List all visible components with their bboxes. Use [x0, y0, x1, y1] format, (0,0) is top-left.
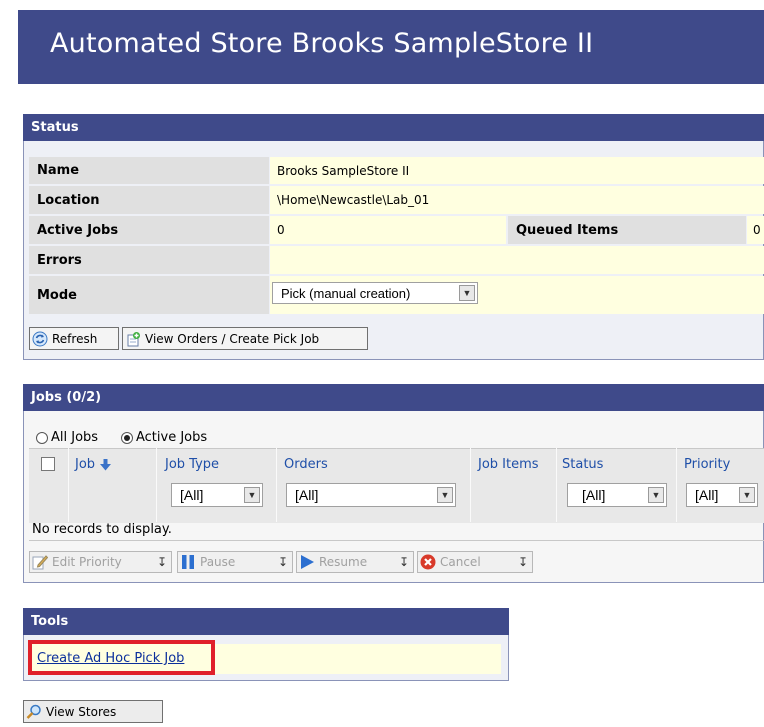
pause-icon — [182, 555, 194, 569]
column-divider — [676, 448, 677, 522]
edit-icon — [32, 555, 48, 570]
status-filter-value: [All] — [582, 487, 606, 503]
status-filter[interactable]: [All] ▼ — [567, 483, 667, 507]
orders-filter-value: [All] — [295, 487, 319, 503]
column-divider — [68, 448, 69, 522]
view-stores-label: View Stores — [46, 704, 117, 719]
view-orders-button[interactable]: View Orders / Create Pick Job — [122, 327, 368, 350]
select-all-checkbox[interactable] — [41, 457, 55, 471]
priority-filter-value: [All] — [695, 487, 719, 503]
column-divider — [470, 448, 471, 522]
queued-items-label: Queued Items — [508, 216, 746, 244]
tools-panel-title: Tools — [31, 614, 69, 629]
tools-panel-header: Tools — [23, 608, 509, 635]
pause-label: Pause — [200, 555, 236, 569]
refresh-button[interactable]: Refresh — [29, 327, 119, 350]
chevron-down-icon: ▼ — [244, 487, 260, 503]
cancel-icon — [420, 554, 436, 570]
sort-descending-icon — [100, 458, 112, 470]
active-jobs-filter-label: Active Jobs — [136, 430, 208, 445]
refresh-label: Refresh — [52, 331, 98, 346]
location-label: Location — [29, 186, 269, 214]
dropdown-arrow-icon: ↧ — [156, 555, 167, 569]
cancel-button[interactable]: Cancel ↧ — [417, 551, 533, 573]
active-jobs-label: Active Jobs — [29, 216, 269, 244]
mode-label: Mode — [29, 276, 269, 314]
queued-items-value: 0 — [747, 216, 764, 244]
play-icon — [301, 555, 314, 569]
edit-priority-button[interactable]: Edit Priority ↧ — [29, 551, 172, 573]
refresh-icon — [32, 331, 48, 346]
resume-button[interactable]: Resume ↧ — [296, 551, 414, 573]
column-status[interactable]: Status — [562, 457, 603, 472]
dropdown-arrow-icon: ↧ — [398, 555, 409, 569]
active-jobs-radio[interactable] — [121, 431, 133, 444]
chevron-down-icon: ▼ — [648, 487, 664, 503]
job-type-filter-value: [All] — [180, 487, 204, 503]
mode-select[interactable]: Pick (manual creation) ▼ — [272, 282, 478, 304]
pause-button[interactable]: Pause ↧ — [177, 551, 293, 573]
page-header: Automated Store Brooks SampleStore II — [18, 10, 764, 84]
all-jobs-radio[interactable] — [36, 431, 48, 444]
all-jobs-radio-option[interactable]: All Jobs — [36, 430, 98, 445]
status-panel-title: Status — [31, 120, 79, 135]
column-orders[interactable]: Orders — [284, 457, 328, 472]
all-jobs-label: All Jobs — [51, 430, 99, 445]
edit-priority-label: Edit Priority — [52, 555, 122, 569]
chevron-down-icon: ▼ — [459, 285, 475, 301]
column-job-type[interactable]: Job Type — [165, 457, 219, 472]
errors-value — [270, 246, 764, 274]
errors-label: Errors — [29, 246, 269, 274]
column-divider — [556, 448, 557, 522]
jobs-panel-title: Jobs (0/2) — [31, 390, 102, 405]
location-value: \Home\Newcastle\Lab_01 — [270, 186, 764, 214]
column-job-items[interactable]: Job Items — [478, 457, 539, 472]
column-job[interactable]: Job — [75, 457, 112, 472]
cancel-label: Cancel — [440, 555, 481, 569]
active-jobs-value: 0 — [270, 216, 506, 244]
status-panel-header: Status — [23, 114, 764, 141]
active-jobs-radio-option[interactable]: Active Jobs — [121, 430, 207, 445]
dropdown-arrow-icon: ↧ — [277, 555, 288, 569]
grid-divider — [29, 540, 764, 541]
chevron-down-icon: ▼ — [437, 487, 453, 503]
search-icon — [26, 704, 41, 719]
name-value: Brooks SampleStore II — [270, 157, 764, 184]
create-ad-hoc-pick-job-link[interactable]: Create Ad Hoc Pick Job — [37, 651, 184, 666]
column-divider — [156, 448, 157, 522]
page-title: Automated Store Brooks SampleStore II — [50, 28, 594, 59]
priority-filter[interactable]: [All] ▼ — [686, 483, 758, 507]
orders-filter[interactable]: [All] ▼ — [286, 483, 456, 507]
column-divider — [276, 448, 277, 522]
jobs-panel-header: Jobs (0/2) — [23, 384, 764, 411]
column-job-label: Job — [75, 457, 96, 472]
job-type-filter[interactable]: [All] ▼ — [171, 483, 263, 507]
resume-label: Resume — [319, 555, 368, 569]
dropdown-arrow-icon: ↧ — [517, 555, 528, 569]
mode-select-value: Pick (manual creation) — [281, 285, 411, 301]
name-label: Name — [29, 157, 269, 184]
chevron-down-icon: ▼ — [739, 487, 755, 503]
add-document-icon — [127, 331, 140, 346]
jobs-empty-message: No records to display. — [32, 522, 172, 537]
view-stores-button[interactable]: View Stores — [23, 700, 163, 723]
view-orders-label: View Orders / Create Pick Job — [145, 331, 320, 346]
column-priority[interactable]: Priority — [684, 457, 730, 472]
